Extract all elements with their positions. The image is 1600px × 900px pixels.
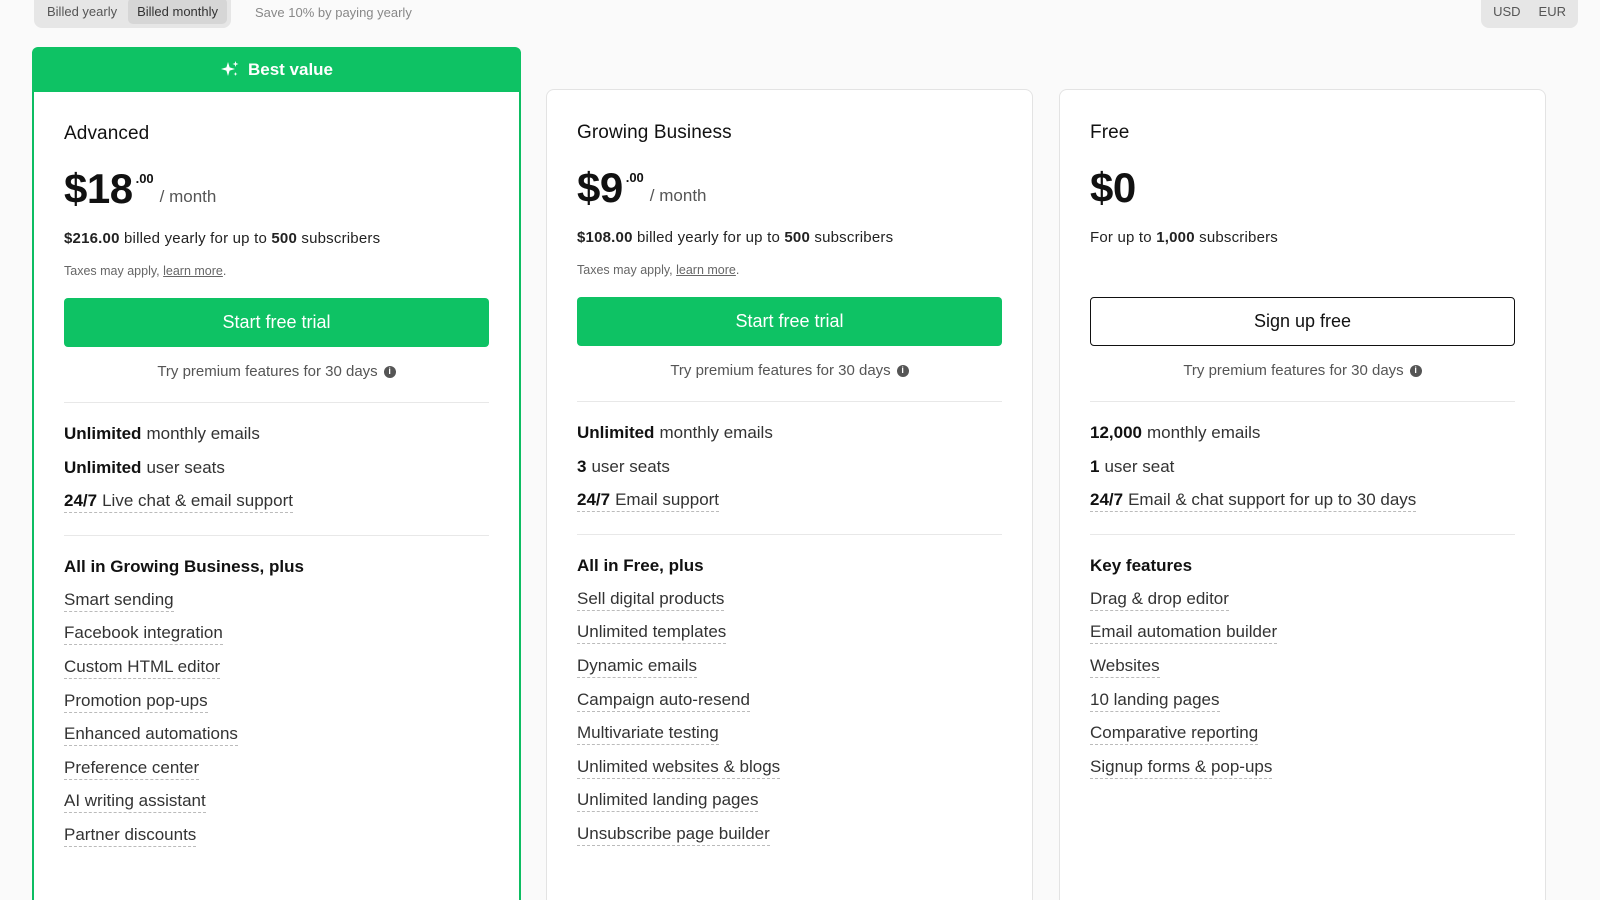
price-amount: $9 [577,164,623,211]
feature-item[interactable]: Enhanced automations [64,718,489,752]
feature-item[interactable]: Unlimited templates [577,617,1002,651]
feature-item[interactable]: Preference center [64,752,489,786]
stat-item: Unlimited monthly emails [64,424,260,443]
stat-item: Unlimited user seats [64,458,225,477]
learn-more-link[interactable]: learn more [163,264,223,278]
price-amount: $18 [64,165,133,212]
stat-item[interactable]: 24/7 Live chat & email support [64,485,489,519]
features-list: All in Growing Business, plus Smart send… [64,550,489,853]
feature-item[interactable]: Campaign auto-resend [577,684,1002,718]
price-period: / month [159,187,217,206]
info-icon[interactable]: i [383,365,396,378]
features-title: All in Growing Business, plus [64,557,304,576]
feature-item[interactable]: Unlimited landing pages [577,785,1002,819]
sparkle-icon [220,60,239,76]
feature-item[interactable]: Sell digital products [577,583,1002,617]
save-note: Save 10% by paying yearly [255,5,412,20]
plan-name: Free [1090,122,1130,143]
feature-item[interactable]: Facebook integration [64,618,489,652]
currency-usd-option[interactable]: USD [1485,0,1528,24]
features-list: Key features Drag & drop editor Email au… [1090,549,1515,785]
stat-item[interactable]: 24/7 Email & chat support for up to 30 da… [1090,484,1515,518]
banner-label: Best value [247,59,334,79]
feature-item[interactable]: Unsubscribe page builder [577,818,1002,852]
billing-summary: For up to 1,000 subscribers [1090,229,1279,246]
trial-note: Try premium features for 30 days i [64,363,489,380]
billed-monthly-option[interactable]: Billed monthly [128,0,228,24]
feature-item[interactable]: Smart sending [64,584,489,618]
learn-more-link[interactable]: learn more [676,263,736,277]
info-icon[interactable]: i [1409,364,1422,377]
billing-period-toggle: Billed yearly Billed monthly [34,0,232,28]
info-icon[interactable]: i [896,364,909,377]
plan-card-growing-business: Growing Business $9 .00 / month $108.00 … [546,89,1033,900]
sign-up-free-button[interactable]: Sign up free [1090,297,1515,346]
divider [577,401,1002,402]
feature-item[interactable]: Comparative reporting [1090,717,1515,751]
start-free-trial-button[interactable]: Start free trial [577,297,1002,346]
price-cents: .00 [625,170,644,185]
feature-item[interactable]: Partner discounts [64,819,489,853]
features-title: All in Free, plus [577,556,704,575]
features-title: Key features [1090,556,1193,575]
price-row: $18 .00 / month [64,167,489,217]
feature-item[interactable]: Promotion pop-ups [64,685,489,719]
stats-list: Unlimited monthly emails 3 user seats 24/7… [577,416,1002,518]
feature-item[interactable]: Unlimited websites & blogs [577,751,1002,785]
feature-item[interactable]: Websites [1090,650,1515,684]
price-cents: .00 [135,171,154,186]
feature-item[interactable]: Multivariate testing [577,717,1002,751]
billed-yearly-option[interactable]: Billed yearly [38,0,126,24]
divider [1090,534,1515,535]
stat-item: 3 user seats [577,457,670,476]
feature-item[interactable]: Signup forms & pop-ups [1090,751,1515,785]
trial-note: Try premium features for 30 days i [1090,362,1515,379]
price-row: $9 .00 / month [577,166,1002,216]
price-row: $0 [1090,166,1515,216]
divider [64,535,489,536]
plan-card-advanced: Best value Advanced $18 .00 / month $216… [32,47,521,900]
trial-note: Try premium features for 30 days i [577,362,1002,379]
feature-item[interactable]: Drag & drop editor [1090,583,1515,617]
taxes-note: Taxes may apply, learn more. [577,263,740,277]
currency-toggle: USD EUR [1481,0,1578,28]
divider [577,534,1002,535]
price-amount: $0 [1090,164,1136,211]
billing-summary: $108.00 billed yearly for up to 500 subs… [577,229,894,246]
feature-item[interactable]: 10 landing pages [1090,684,1515,718]
best-value-banner: Best value [32,47,521,92]
stat-item: 1 user seat [1090,457,1175,476]
price-period: / month [649,186,707,205]
stats-list: Unlimited monthly emails Unlimited user se… [64,417,489,519]
feature-item[interactable]: Dynamic emails [577,650,1002,684]
stat-item: 12,000 monthly emails [1090,423,1261,442]
stat-item: Unlimited monthly emails [577,423,773,442]
divider [64,402,489,403]
stat-item[interactable]: 24/7 Email support [577,484,1002,518]
taxes-note: Taxes may apply, learn more. [64,264,227,278]
feature-item[interactable]: Email automation builder [1090,617,1515,651]
plan-name: Advanced [64,123,150,144]
plan-card-free: Free $0 For up to 1,000 subscribers Sign… [1059,89,1546,900]
billing-summary: $216.00 billed yearly for up to 500 subs… [64,230,381,247]
features-list: All in Free, plus Sell digital products … [577,549,1002,852]
plan-name: Growing Business [577,122,732,143]
divider [1090,401,1515,402]
feature-item[interactable]: Custom HTML editor [64,651,489,685]
feature-item[interactable]: AI writing assistant [64,786,489,820]
stats-list: 12,000 monthly emails 1 user seat 24/7 Emai… [1090,416,1515,518]
currency-eur-option[interactable]: EUR [1531,0,1574,24]
start-free-trial-button[interactable]: Start free trial [64,298,489,347]
